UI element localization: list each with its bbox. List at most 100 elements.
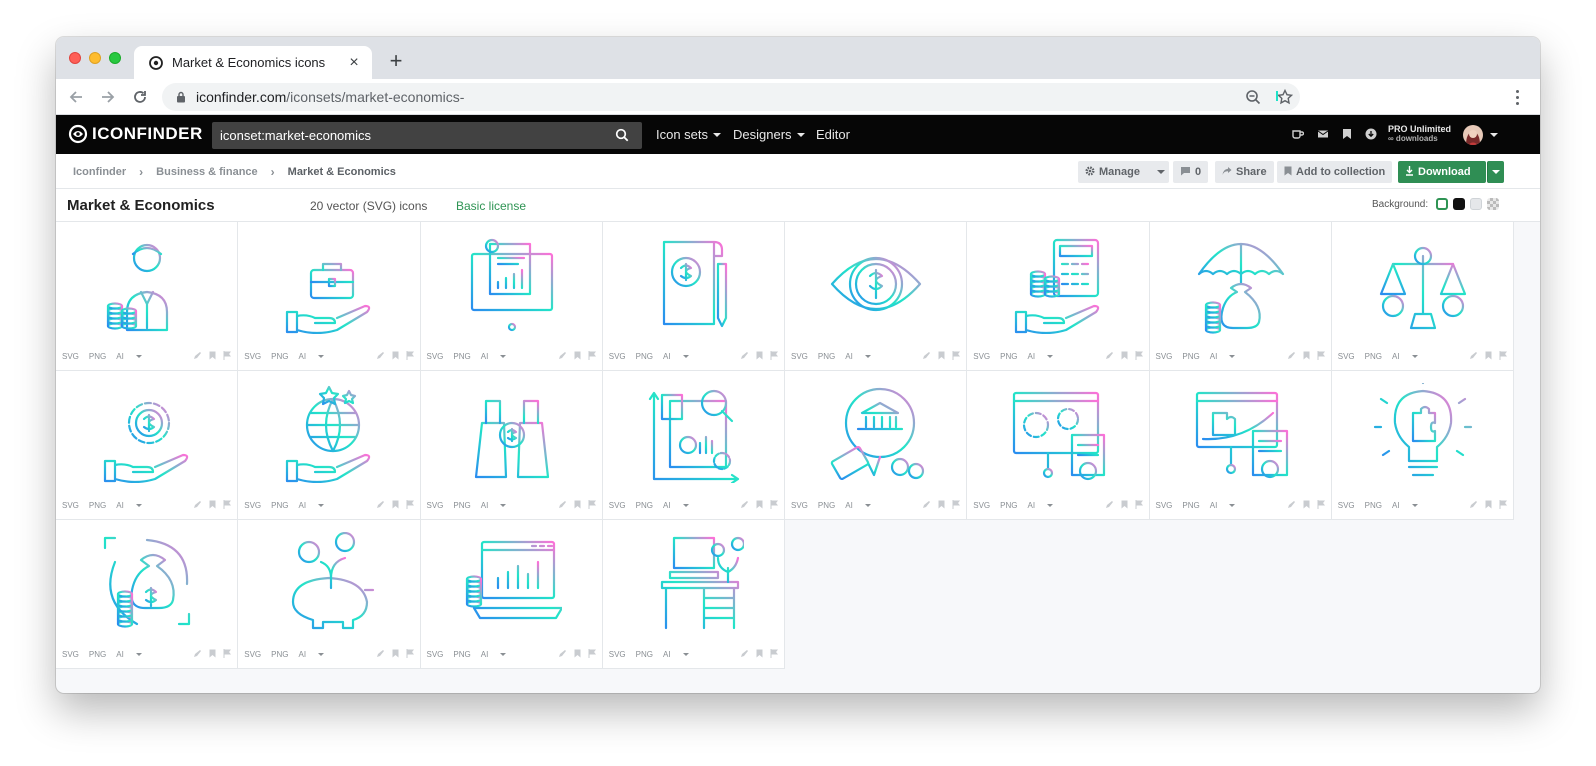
search-input[interactable]	[220, 128, 610, 143]
bookmark-icon[interactable]	[574, 500, 581, 511]
flag-icon[interactable]	[223, 350, 232, 362]
flag-icon[interactable]	[406, 648, 414, 660]
format-link-ai[interactable]: AI	[1210, 352, 1218, 361]
format-link-ai[interactable]: AI	[663, 352, 671, 361]
chevron-down-icon[interactable]	[864, 503, 871, 507]
format-link-svg[interactable]: SVG	[244, 650, 261, 659]
back-icon[interactable]	[66, 87, 86, 107]
chevron-down-icon[interactable]	[135, 354, 142, 358]
background-black-swatch[interactable]	[1453, 198, 1465, 210]
format-link-svg[interactable]: SVG	[791, 352, 808, 361]
bookmark-icon[interactable]	[1303, 351, 1310, 362]
lightbulb-puzzle-icon[interactable]	[1373, 377, 1473, 483]
chevron-down-icon[interactable]	[500, 503, 507, 507]
icon-card[interactable]: SVG PNG AI	[420, 222, 603, 371]
format-link-ai[interactable]: AI	[1210, 501, 1218, 510]
board-puzzle-checklist-icon[interactable]	[1191, 383, 1291, 483]
flag-icon[interactable]	[1317, 350, 1325, 362]
flag-icon[interactable]	[952, 350, 961, 362]
bookmark-star-icon[interactable]	[1276, 88, 1294, 106]
format-link-ai[interactable]: AI	[481, 501, 489, 510]
breadcrumb-item[interactable]: Business & finance	[156, 166, 257, 178]
bookmark-icon[interactable]	[574, 649, 581, 660]
edit-pencil-icon[interactable]	[922, 500, 931, 511]
bookmark-icon[interactable]	[756, 500, 763, 511]
breadcrumb-item[interactable]: Iconfinder	[73, 166, 126, 178]
icon-card[interactable]: SVG PNG AI	[785, 371, 968, 520]
nav-designers[interactable]: Designers	[733, 127, 805, 142]
extension-icon[interactable]	[1276, 91, 1278, 101]
format-link-svg[interactable]: SVG	[1338, 501, 1355, 510]
bookmark-icon[interactable]	[938, 351, 945, 362]
bank-location-card-icon[interactable]	[826, 383, 926, 483]
binoculars-dollar-icon[interactable]	[462, 383, 562, 483]
bookmark-icon[interactable]	[1303, 500, 1310, 511]
icon-card[interactable]: SVG PNG AI	[56, 520, 239, 669]
analytics-chart-icon[interactable]	[644, 383, 744, 485]
format-link-ai[interactable]: AI	[116, 650, 124, 659]
desk-computer-plant-icon[interactable]	[644, 532, 745, 632]
bookmark-icon[interactable]	[209, 500, 216, 511]
format-link-ai[interactable]: AI	[299, 352, 307, 361]
format-link-ai[interactable]: AI	[299, 501, 307, 510]
flag-icon[interactable]	[223, 499, 232, 511]
flag-icon[interactable]	[770, 648, 778, 660]
format-link-svg[interactable]: SVG	[609, 352, 626, 361]
download-circle-icon[interactable]	[1365, 127, 1377, 145]
format-link-png[interactable]: PNG	[1365, 501, 1382, 510]
bookmark-icon[interactable]	[756, 649, 763, 660]
format-link-png[interactable]: PNG	[453, 650, 470, 659]
iconfinder-logo[interactable]: ICONFINDER	[68, 124, 203, 144]
format-link-ai[interactable]: AI	[116, 501, 124, 510]
icon-card[interactable]: SVG PNG AI	[420, 371, 603, 520]
format-link-ai[interactable]: AI	[663, 650, 671, 659]
chevron-down-icon[interactable]	[318, 354, 325, 358]
flag-icon[interactable]	[1499, 350, 1507, 362]
nav-editor[interactable]: Editor	[816, 127, 850, 142]
hand-briefcase-icon[interactable]	[279, 234, 379, 335]
icon-card[interactable]: SVG PNG AI	[238, 222, 421, 371]
browser-tab[interactable]: Market & Economics icons ×	[134, 46, 372, 79]
chevron-down-icon[interactable]	[1229, 503, 1236, 507]
format-link-png[interactable]: PNG	[1000, 501, 1017, 510]
chevron-down-icon[interactable]	[1229, 354, 1236, 358]
chevron-down-icon[interactable]	[1490, 133, 1498, 137]
chevron-down-icon[interactable]	[682, 652, 689, 656]
nav-icon-sets[interactable]: Icon sets	[656, 127, 722, 142]
new-tab-button[interactable]: +	[386, 50, 406, 72]
chevron-down-icon[interactable]	[318, 652, 325, 656]
icon-card[interactable]: SVG PNG AI	[238, 520, 421, 669]
icon-card[interactable]: SVG PNG AI	[420, 520, 603, 669]
bookmark-icon[interactable]	[938, 500, 945, 511]
minimize-window-button[interactable]	[89, 52, 101, 64]
hand-globe-stars-icon[interactable]	[279, 383, 379, 484]
download-dropdown-button[interactable]	[1487, 161, 1504, 183]
icon-card[interactable]: SVG PNG AI	[785, 222, 968, 371]
edit-pencil-icon[interactable]	[740, 500, 749, 511]
flag-icon[interactable]	[1317, 499, 1325, 511]
format-link-ai[interactable]: AI	[116, 352, 124, 361]
chevron-down-icon[interactable]	[1047, 503, 1054, 507]
icon-card[interactable]: SVG PNG AI	[602, 222, 785, 371]
icon-card[interactable]: SVG PNG AI	[238, 371, 421, 520]
umbrella-money-bag-icon[interactable]	[1191, 234, 1291, 334]
format-link-png[interactable]: PNG	[89, 650, 106, 659]
bookmark-icon[interactable]	[209, 351, 216, 362]
chevron-down-icon[interactable]	[318, 503, 325, 507]
flag-icon[interactable]	[223, 648, 232, 660]
format-link-png[interactable]: PNG	[89, 352, 106, 361]
format-link-svg[interactable]: SVG	[427, 650, 444, 659]
maximize-window-button[interactable]	[109, 52, 121, 64]
icon-card[interactable]: SVG PNG AI	[56, 222, 239, 371]
format-link-png[interactable]: PNG	[636, 352, 653, 361]
icon-card[interactable]: SVG PNG AI	[1149, 222, 1332, 371]
board-gears-checklist-icon[interactable]	[1008, 383, 1108, 483]
bookmark-icon[interactable]	[1485, 351, 1492, 362]
chevron-down-icon[interactable]	[135, 652, 142, 656]
reload-icon[interactable]	[130, 87, 150, 107]
edit-pencil-icon[interactable]	[740, 351, 749, 362]
bookmark-icon[interactable]	[1121, 351, 1128, 362]
balance-scale-currency-icon[interactable]	[1373, 234, 1473, 334]
edit-pencil-icon[interactable]	[193, 649, 202, 660]
icon-card[interactable]: SVG PNG AI	[602, 371, 785, 520]
